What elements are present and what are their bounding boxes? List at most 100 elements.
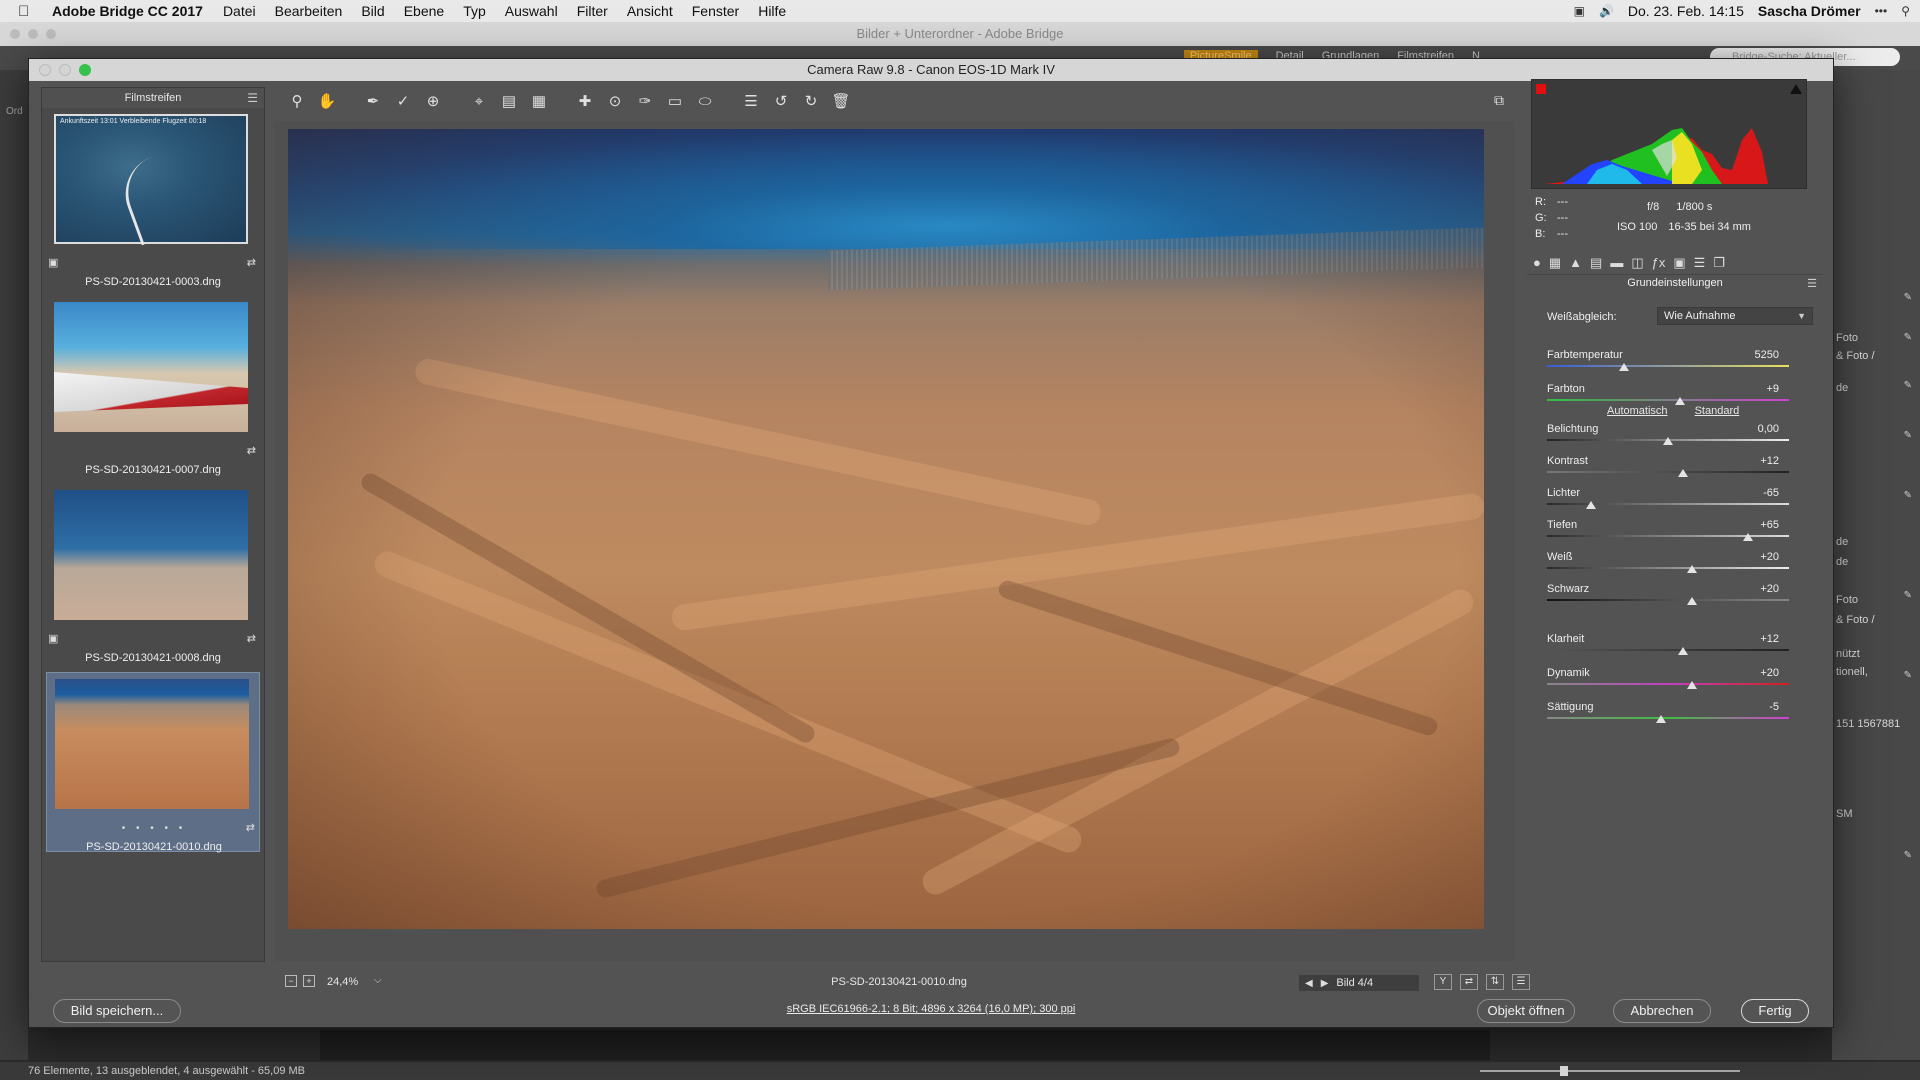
filmstrip-thumb-selected[interactable]: • • • • • ⇄ PS-SD-20130421-0010.dng xyxy=(46,672,261,853)
slider-track[interactable] xyxy=(1547,365,1789,367)
before-after-toggle-icon[interactable]: Y xyxy=(1434,974,1452,990)
screen-record-icon[interactable]: ▣ xyxy=(1574,4,1585,18)
panel-menu-icon[interactable]: ☰ xyxy=(1807,277,1817,290)
slider-knob[interactable] xyxy=(1675,397,1686,405)
fullscreen-toggle-icon[interactable]: ⧉ xyxy=(1489,92,1509,112)
slider-value[interactable]: +12 xyxy=(1760,455,1779,467)
edit-pencil-icon[interactable]: ✎ xyxy=(1904,490,1912,501)
slider-track[interactable] xyxy=(1547,399,1789,401)
slider-value[interactable]: +20 xyxy=(1760,667,1779,679)
slider-klarheit[interactable]: Klarheit +12 xyxy=(1547,633,1789,661)
slider-schwarz[interactable]: Schwarz +20 xyxy=(1547,583,1789,611)
more-icon[interactable]: ••• xyxy=(1875,4,1888,18)
edit-pencil-icon[interactable]: ✎ xyxy=(1904,670,1912,681)
tab-hsl-icon[interactable]: ▤ xyxy=(1590,255,1602,271)
rating-dots[interactable]: • • • • • xyxy=(47,823,261,834)
spotlight-search-icon[interactable]: ⚲ xyxy=(1901,4,1910,18)
slider-value[interactable]: -5 xyxy=(1769,701,1779,713)
menu-typ[interactable]: Typ xyxy=(463,3,486,19)
bridge-close-dot[interactable] xyxy=(10,29,20,39)
thumbnail-size-knob[interactable] xyxy=(1560,1066,1568,1076)
slider-dynamik[interactable]: Dynamik +20 xyxy=(1547,667,1789,695)
app-menu[interactable]: Adobe Bridge CC 2017 xyxy=(52,3,203,19)
graduated-filter-icon[interactable]: ▭ xyxy=(665,92,685,112)
bridge-minimize-dot[interactable] xyxy=(28,29,38,39)
preferences-icon[interactable]: ☰ xyxy=(741,92,761,112)
menubar-clock[interactable]: Do. 23. Feb. 14:15 xyxy=(1628,3,1744,19)
auto-link[interactable]: Automatisch xyxy=(1607,405,1668,417)
slider-knob[interactable] xyxy=(1619,363,1630,371)
radial-filter-icon[interactable]: ⬭ xyxy=(695,92,715,112)
tab-split-toning-icon[interactable]: ▬ xyxy=(1610,255,1623,270)
menu-ansicht[interactable]: Ansicht xyxy=(627,3,673,19)
white-balance-tool-icon[interactable]: ✒ xyxy=(363,92,383,112)
preview-image[interactable] xyxy=(288,129,1484,929)
tab-tone-curve-icon[interactable]: ▦ xyxy=(1549,255,1561,271)
slider-knob[interactable] xyxy=(1655,715,1666,723)
spot-removal-tool-icon[interactable]: ✚ xyxy=(575,92,595,112)
filmstrip-thumb[interactable]: ▣ ⇄ PS-SD-20130421-0008.dng xyxy=(46,484,260,664)
bridge-zoom-dot[interactable] xyxy=(46,29,56,39)
slider-knob[interactable] xyxy=(1687,565,1698,573)
edit-pencil-icon[interactable]: ✎ xyxy=(1904,850,1912,861)
transform-tool-icon[interactable]: ▦ xyxy=(529,92,549,112)
slider-lichter[interactable]: Lichter -65 xyxy=(1547,487,1789,515)
open-object-button[interactable]: Objekt öffnen xyxy=(1477,999,1575,1023)
edit-pencil-icon[interactable]: ✎ xyxy=(1904,590,1912,601)
slider-knob[interactable] xyxy=(1687,597,1698,605)
edit-pencil-icon[interactable]: ✎ xyxy=(1904,332,1912,343)
zoom-tool-icon[interactable]: ⚲ xyxy=(287,92,307,112)
color-sampler-tool-icon[interactable]: ✓ xyxy=(393,92,413,112)
slider-weiss[interactable]: Weiß +20 xyxy=(1547,551,1789,579)
slider-value[interactable]: +9 xyxy=(1766,383,1779,395)
cancel-button[interactable]: Abbrechen xyxy=(1613,999,1711,1023)
dialog-close-dot[interactable] xyxy=(39,64,51,76)
filmstrip-thumb[interactable]: ⇄ PS-SD-20130421-0007.dng xyxy=(46,296,260,476)
dialog-zoom-dot[interactable] xyxy=(79,64,91,76)
swap-settings-icon[interactable]: ⇄ xyxy=(1460,974,1478,990)
white-balance-select[interactable]: Wie Aufnahme ▼ xyxy=(1657,307,1813,325)
slider-knob[interactable] xyxy=(1677,647,1688,655)
tab-snapshots-icon[interactable]: ❐ xyxy=(1713,255,1725,271)
filmstrip-menu-icon[interactable]: ☰ xyxy=(247,88,258,108)
menu-datei[interactable]: Datei xyxy=(223,3,256,19)
slider-value[interactable]: +12 xyxy=(1760,633,1779,645)
hand-tool-icon[interactable]: ✋ xyxy=(317,92,337,112)
previous-image-icon[interactable]: ◀ xyxy=(1305,978,1313,989)
volume-icon[interactable]: 🔊 xyxy=(1599,4,1614,18)
red-eye-tool-icon[interactable]: ⊙ xyxy=(605,92,625,112)
slider-track[interactable] xyxy=(1547,471,1789,473)
straighten-tool-icon[interactable]: ▤ xyxy=(499,92,519,112)
slider-track[interactable] xyxy=(1547,503,1789,505)
tab-camera-calibration-icon[interactable]: ▣ xyxy=(1673,255,1685,271)
slider-knob[interactable] xyxy=(1687,681,1698,689)
targeted-adjustment-tool-icon[interactable]: ⊕ xyxy=(423,92,443,112)
slider-track[interactable] xyxy=(1547,567,1789,569)
slider-belichtung[interactable]: Belichtung 0,00 xyxy=(1547,423,1789,451)
slider-knob[interactable] xyxy=(1585,501,1596,509)
tab-basic-icon[interactable]: ● xyxy=(1533,255,1541,270)
crop-tool-icon[interactable]: ⌖ xyxy=(469,92,489,112)
edit-pencil-icon[interactable]: ✎ xyxy=(1904,292,1912,303)
menu-filter[interactable]: Filter xyxy=(577,3,608,19)
slider-value[interactable]: +65 xyxy=(1760,519,1779,531)
slider-tiefen[interactable]: Tiefen +65 xyxy=(1547,519,1789,547)
slider-value[interactable]: -65 xyxy=(1763,487,1779,499)
tab-presets-icon[interactable]: ☰ xyxy=(1694,255,1706,271)
slider-saettigung[interactable]: Sättigung -5 xyxy=(1547,701,1789,729)
slider-value[interactable]: +20 xyxy=(1760,551,1779,563)
menubar-user[interactable]: Sascha Drömer xyxy=(1758,3,1861,19)
slider-knob[interactable] xyxy=(1663,437,1673,445)
tab-detail-icon[interactable]: ▲ xyxy=(1569,255,1582,270)
menu-hilfe[interactable]: Hilfe xyxy=(758,3,786,19)
menu-bild[interactable]: Bild xyxy=(361,3,384,19)
thumbnail-size-slider[interactable] xyxy=(1480,1070,1740,1072)
slider-track[interactable] xyxy=(1547,599,1789,601)
slider-track[interactable] xyxy=(1547,717,1789,719)
dialog-minimize-dot[interactable] xyxy=(59,64,71,76)
next-image-icon[interactable]: ▶ xyxy=(1321,978,1329,989)
slider-track[interactable] xyxy=(1547,683,1789,685)
apple-menu-icon[interactable]:  xyxy=(18,3,38,20)
menu-ebene[interactable]: Ebene xyxy=(404,3,444,19)
slider-value[interactable]: 0,00 xyxy=(1758,423,1779,435)
